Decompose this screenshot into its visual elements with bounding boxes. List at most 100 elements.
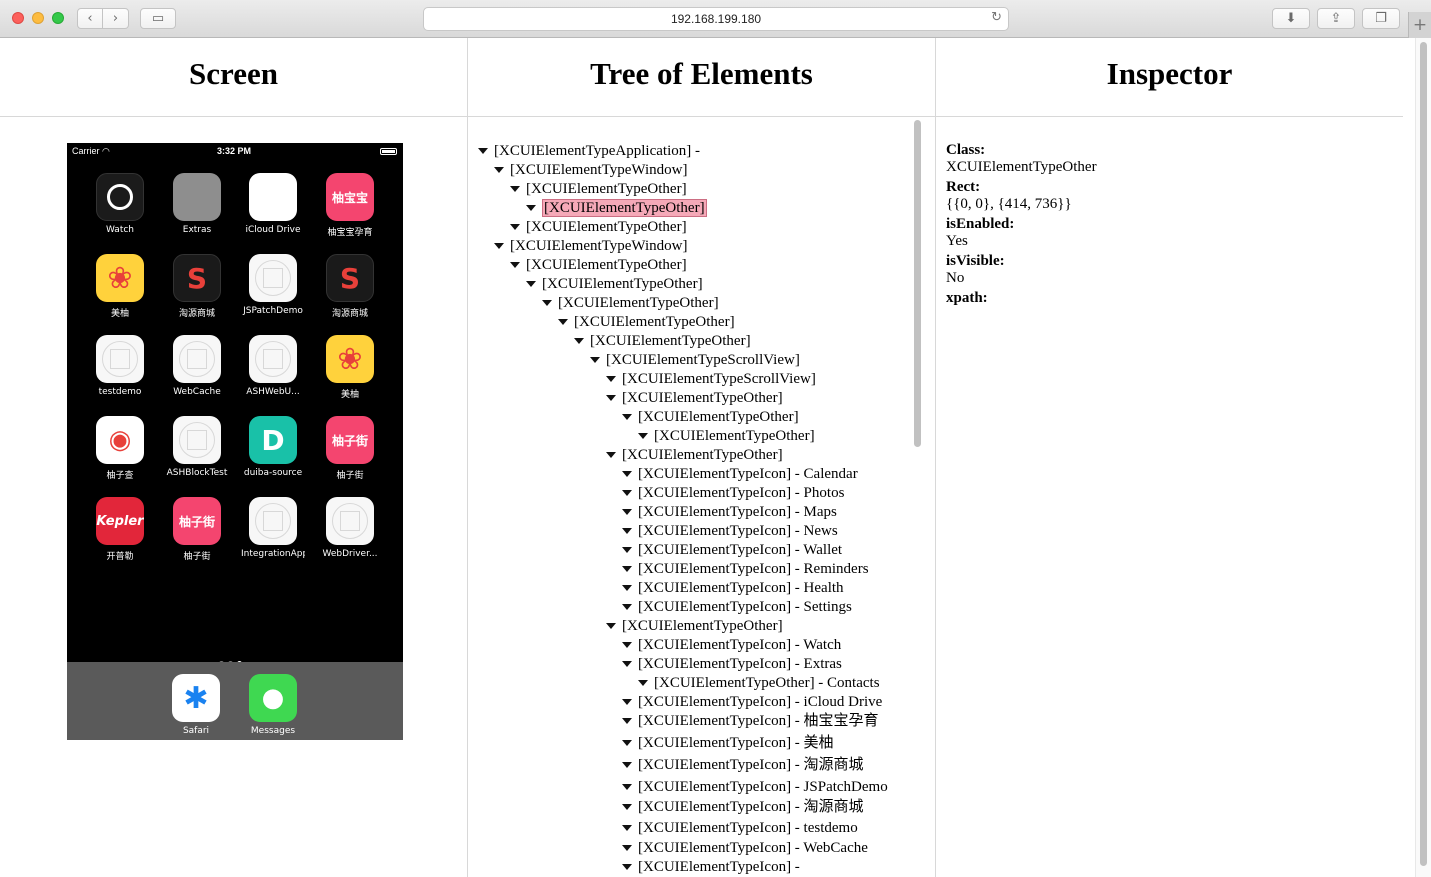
home-app[interactable]: iCloud Drive [241,173,305,235]
disclosure-triangle-icon[interactable] [542,299,552,306]
tree-scrollbar[interactable] [914,120,921,447]
tree-node[interactable]: [XCUIElementTypeOther] [638,427,815,446]
tree-node[interactable]: [XCUIElementTypeOther] [606,446,783,465]
tree-node[interactable]: [XCUIElementTypeIcon] - Photos [622,484,844,503]
disclosure-triangle-icon[interactable] [622,783,632,790]
sidebar-button[interactable]: ▭ [140,8,176,29]
tree-node-label[interactable]: [XCUIElementTypeWindow] [510,238,687,254]
tree-node-label[interactable]: [XCUIElementTypeOther] [526,257,687,273]
disclosure-triangle-icon[interactable] [558,318,568,325]
tree-node-label[interactable]: [XCUIElementTypeOther] [622,618,783,634]
home-app[interactable]: ASHBlockTest [165,416,229,478]
disclosure-triangle-icon[interactable] [622,717,632,724]
show-tabs-button[interactable]: ❐ [1362,8,1400,29]
disclosure-triangle-icon[interactable] [574,337,584,344]
tree-node[interactable]: [XCUIElementTypeIcon] - 柚宝宝孕育 [622,712,879,731]
disclosure-triangle-icon[interactable] [622,660,632,667]
disclosure-triangle-icon[interactable] [638,432,648,439]
tree-node-label[interactable]: [XCUIElementTypeOther] [526,181,687,197]
tree-node-label[interactable]: [XCUIElementTypeIcon] - [638,859,800,875]
disclosure-triangle-icon[interactable] [510,185,520,192]
disclosure-triangle-icon[interactable] [622,803,632,810]
tree-node-label[interactable]: [XCUIElementTypeIcon] - Calendar [638,466,858,482]
tree-node[interactable]: [XCUIElementTypeIcon] - Settings [622,598,852,617]
tree-node[interactable]: [XCUIElementTypeIcon] - Health [622,579,844,598]
dock-app-safari[interactable]: ✱ Safari [164,674,228,736]
tree-node[interactable]: [XCUIElementTypeOther] [542,294,719,313]
disclosure-triangle-icon[interactable] [622,565,632,572]
disclosure-triangle-icon[interactable] [510,223,520,230]
tree-node-label[interactable]: [XCUIElementTypeIcon] - Watch [638,637,841,653]
tree-node-label[interactable]: [XCUIElementTypeIcon] - 淘源商城 [638,799,864,815]
tree-node[interactable]: [XCUIElementTypeIcon] - Wallet [622,541,842,560]
disclosure-triangle-icon[interactable] [606,451,616,458]
tree-node-label[interactable]: [XCUIElementTypeOther] [622,390,783,406]
tree-node-label[interactable]: [XCUIElementTypeIcon] - News [638,523,838,539]
disclosure-triangle-icon[interactable] [622,863,632,870]
tree-node-label[interactable]: [XCUIElementTypeScrollView] [606,352,800,368]
home-app[interactable]: Dduiba-source [241,416,305,478]
tree-node-label[interactable]: [XCUIElementTypeIcon] - Reminders [638,561,869,577]
tree-node[interactable]: [XCUIElementTypeScrollView] [606,370,816,389]
tree-node-label[interactable]: [XCUIElementTypeOther] [590,333,751,349]
tree-node-label[interactable]: [XCUIElementTypeIcon] - 美柚 [638,735,834,751]
tree-node-label[interactable]: [XCUIElementTypeIcon] - Settings [638,599,852,615]
home-app[interactable]: 柚子街 柚子街 [165,497,229,562]
reload-icon[interactable]: ↻ [991,10,1002,25]
tree-node[interactable]: [XCUIElementTypeOther] [526,275,703,294]
disclosure-triangle-icon[interactable] [494,166,504,173]
tree-node-label-selected[interactable]: [XCUIElementTypeOther] [542,199,707,217]
tree-node[interactable]: [XCUIElementTypeIcon] - JSPatchDemo [622,778,888,797]
tree-node[interactable]: [XCUIElementTypeIcon] - Calendar [622,465,858,484]
disclosure-triangle-icon[interactable] [622,824,632,831]
tree-node[interactable]: [XCUIElementTypeIcon] - Watch [622,636,841,655]
tree-node[interactable]: [XCUIElementTypeIcon] - 淘源商城 [622,756,864,775]
tree-node-label[interactable]: [XCUIElementTypeIcon] - Extras [638,656,842,672]
disclosure-triangle-icon[interactable] [622,470,632,477]
tree-node-label[interactable]: [XCUIElementTypeIcon] - JSPatchDemo [638,779,888,795]
tree-node-label[interactable]: [XCUIElementTypeWindow] [510,162,687,178]
tree-node-label[interactable]: [XCUIElementTypeScrollView] [622,371,816,387]
tree-node-label[interactable]: [XCUIElementTypeIcon] - testdemo [638,820,858,836]
tree-node[interactable]: [XCUIElementTypeIcon] - Extras [622,655,842,674]
home-app[interactable]: WebDriver... [318,497,382,559]
tree-node[interactable]: [XCUIElementTypeOther] [574,332,751,351]
home-app[interactable]: S 淘源商城 [165,254,229,319]
home-app[interactable]: Kepler 开普勒 [88,497,152,562]
disclosure-triangle-icon[interactable] [622,584,632,591]
home-app[interactable]: ◉ 柚子查 [88,416,152,481]
device-screenshot[interactable]: Carrier ◠ 3:32 PM Watch Extras iCloud Driv… [67,143,403,740]
tree-node[interactable]: [XCUIElementTypeOther] [510,256,687,275]
forward-button[interactable]: › [103,8,129,29]
home-app[interactable]: 柚宝宝 柚宝宝孕育 [318,173,382,238]
tree-node-label[interactable]: [XCUIElementTypeIcon] - WebCache [638,840,868,856]
tree-node[interactable]: [XCUIElementTypeOther] [606,617,783,636]
disclosure-triangle-icon[interactable] [622,844,632,851]
disclosure-triangle-icon[interactable] [606,622,616,629]
tree-node[interactable]: [XCUIElementTypeWindow] [494,237,687,256]
disclosure-triangle-icon[interactable] [494,242,504,249]
disclosure-triangle-icon[interactable] [510,261,520,268]
zoom-window-button[interactable] [52,12,64,24]
tree-node[interactable]: [XCUIElementTypeWindow] [494,161,687,180]
disclosure-triangle-icon[interactable] [526,280,536,287]
home-app[interactable]: Watch [88,173,152,235]
tree-node[interactable]: [XCUIElementTypeOther] - Contacts [638,674,880,693]
close-window-button[interactable] [12,12,24,24]
tree-node[interactable]: [XCUIElementTypeIcon] - iCloud Drive [622,693,882,712]
disclosure-triangle-icon[interactable] [526,204,536,211]
downloads-button[interactable]: ⬇ [1272,8,1310,29]
tree-node-label[interactable]: [XCUIElementTypeIcon] - Wallet [638,542,842,558]
home-app[interactable]: WebCache [165,335,229,397]
disclosure-triangle-icon[interactable] [622,603,632,610]
new-tab-button[interactable]: + [1408,12,1431,38]
disclosure-triangle-icon[interactable] [622,546,632,553]
tree-node-label[interactable]: [XCUIElementTypeApplication] - [494,143,700,159]
disclosure-triangle-icon[interactable] [638,679,648,686]
tree-node-label[interactable]: [XCUIElementTypeOther] [558,295,719,311]
disclosure-triangle-icon[interactable] [622,761,632,768]
tree-node-label[interactable]: [XCUIElementTypeOther] [574,314,735,330]
tree-node[interactable]: [XCUIElementTypeIcon] - WebCache [622,839,868,858]
home-app[interactable]: testdemo [88,335,152,397]
tree-node[interactable]: [XCUIElementTypeOther] [622,408,799,427]
